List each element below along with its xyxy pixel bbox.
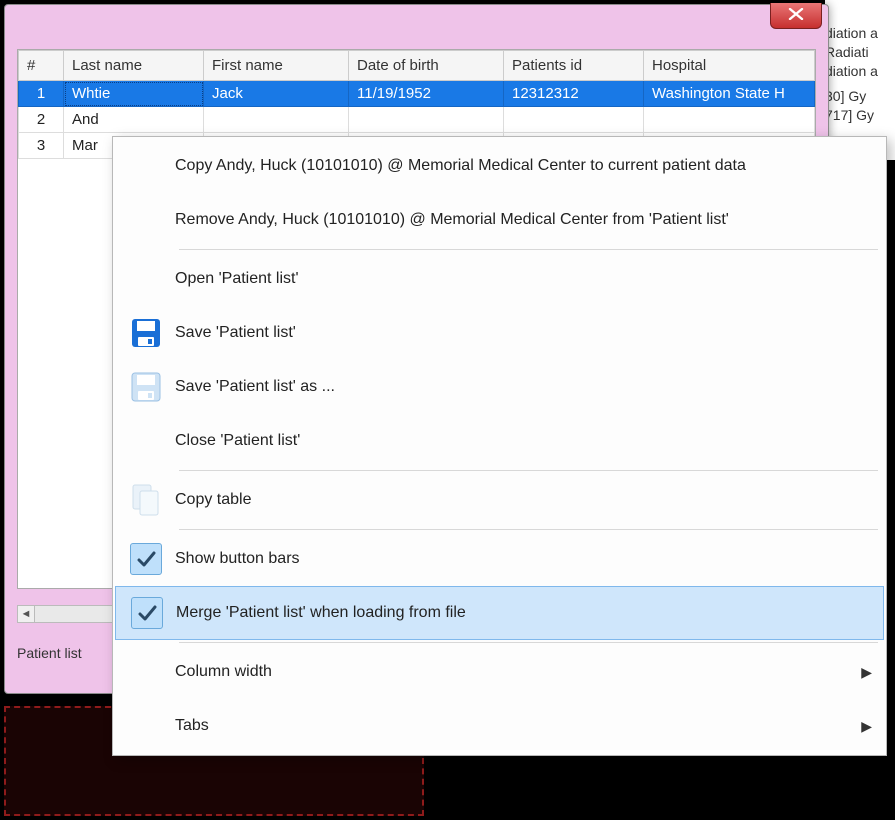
ctx-merge-on-load[interactable]: Merge 'Patient list' when loading from f…: [115, 586, 884, 640]
ctx-copy-table[interactable]: Copy table: [113, 473, 886, 527]
ctx-save-as[interactable]: Save 'Patient list' as ...: [113, 360, 886, 414]
cell-num: 3: [19, 133, 64, 159]
ctx-label: Tabs: [175, 717, 853, 735]
col-header-pid[interactable]: Patients id: [504, 51, 644, 81]
ctx-label: Remove Andy, Huck (10101010) @ Memorial …: [175, 211, 872, 229]
table-header-row: # Last name First name Date of birth Pat…: [19, 51, 815, 81]
close-button[interactable]: [770, 3, 822, 29]
icon-slot: [117, 139, 175, 193]
col-header-last[interactable]: Last name: [64, 51, 204, 81]
cell-last: And: [64, 107, 204, 133]
ctx-label: Show button bars: [175, 550, 872, 568]
ctx-close[interactable]: Close 'Patient list': [113, 414, 886, 468]
scroll-left-icon[interactable]: ◄: [17, 605, 35, 623]
ctx-label: Save 'Patient list': [175, 324, 872, 342]
cell-num: 2: [19, 107, 64, 133]
icon-slot: [117, 414, 175, 468]
ctx-separator: [179, 249, 878, 250]
ctx-label: Close 'Patient list': [175, 432, 872, 450]
context-menu: Copy Andy, Huck (10101010) @ Memorial Me…: [112, 136, 887, 756]
ctx-label: Save 'Patient list' as ...: [175, 378, 872, 396]
ctx-label: Copy table: [175, 491, 872, 509]
ctx-separator: [179, 529, 878, 530]
bg-text: diation a: [825, 24, 895, 43]
bg-text: diation a: [825, 62, 895, 81]
save-icon: [117, 306, 175, 360]
ctx-label: Open 'Patient list': [175, 270, 872, 288]
tab-patient-list[interactable]: Patient list: [17, 645, 82, 661]
cell-pid: [504, 107, 644, 133]
col-header-dob[interactable]: Date of birth: [349, 51, 504, 81]
cell-dob: 11/19/1952: [349, 81, 504, 107]
submenu-arrow-icon: ▶: [861, 718, 872, 735]
icon-slot: [117, 699, 175, 753]
ctx-column-width[interactable]: Column width ▶: [113, 645, 886, 699]
copy-icon: [117, 473, 175, 527]
ctx-separator: [179, 470, 878, 471]
col-header-first[interactable]: First name: [204, 51, 349, 81]
icon-slot: [117, 645, 175, 699]
ctx-show-button-bars[interactable]: Show button bars: [113, 532, 886, 586]
cell-first: Jack: [204, 81, 349, 107]
bg-text: Radiati: [825, 43, 895, 62]
bg-text: 717] Gy: [825, 106, 895, 125]
ctx-save[interactable]: Save 'Patient list': [113, 306, 886, 360]
cell-dob: [349, 107, 504, 133]
submenu-arrow-icon: ▶: [861, 664, 872, 681]
cell-hosp: Washington State H: [644, 81, 815, 107]
col-header-hospital[interactable]: Hospital: [644, 51, 815, 81]
bg-text: 30] Gy: [825, 87, 895, 106]
table-row[interactable]: 2 And: [19, 107, 815, 133]
ctx-open[interactable]: Open 'Patient list': [113, 252, 886, 306]
ctx-label: Merge 'Patient list' when loading from f…: [176, 604, 871, 622]
cell-last: Whtie: [64, 81, 204, 107]
save-as-icon: [117, 360, 175, 414]
icon-slot: [117, 193, 175, 247]
ctx-remove[interactable]: Remove Andy, Huck (10101010) @ Memorial …: [113, 193, 886, 247]
ctx-label: Copy Andy, Huck (10101010) @ Memorial Me…: [175, 157, 872, 175]
ctx-tabs[interactable]: Tabs ▶: [113, 699, 886, 753]
cell-pid: 12312312: [504, 81, 644, 107]
ctx-label: Column width: [175, 663, 853, 681]
horizontal-scrollbar[interactable]: ◄: [17, 605, 127, 623]
cell-hosp: [644, 107, 815, 133]
icon-slot: [117, 252, 175, 306]
close-icon: [788, 7, 804, 24]
checked-icon: [118, 587, 176, 639]
cell-first: [204, 107, 349, 133]
cell-num: 1: [19, 81, 64, 107]
checked-icon: [117, 532, 175, 586]
col-header-num[interactable]: #: [19, 51, 64, 81]
ctx-separator: [179, 642, 878, 643]
ctx-copy-to-current[interactable]: Copy Andy, Huck (10101010) @ Memorial Me…: [113, 139, 886, 193]
table-row[interactable]: 1 Whtie Jack 11/19/1952 12312312 Washing…: [19, 81, 815, 107]
